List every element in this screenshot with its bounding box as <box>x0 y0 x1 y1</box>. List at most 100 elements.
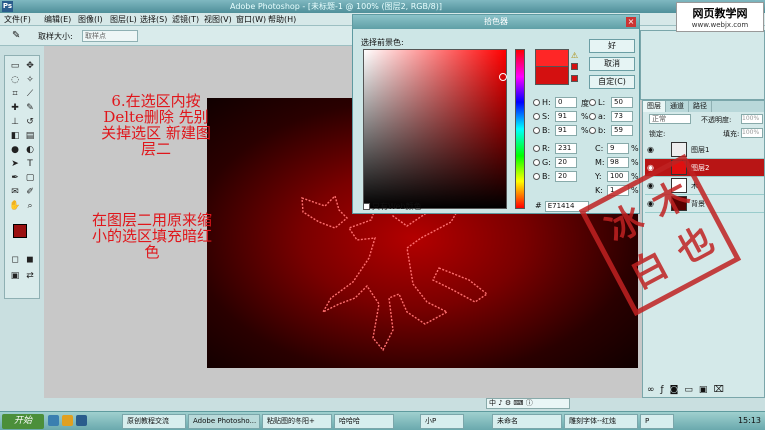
fill-input[interactable]: 100% <box>741 128 763 138</box>
field-lab-b[interactable]: b: 59 <box>589 125 639 137</box>
quicklaunch-ps-icon[interactable] <box>76 415 87 426</box>
taskbar-item-active[interactable]: Adobe Photosho... <box>188 414 260 429</box>
radio-h[interactable] <box>533 99 540 106</box>
marquee-tool-icon[interactable]: ▭ <box>9 60 21 72</box>
field-c[interactable]: C: 9% <box>595 143 639 155</box>
hand-tool-icon[interactable]: ✋ <box>9 200 21 212</box>
ok-button[interactable]: 好 <box>589 39 635 53</box>
field-a[interactable]: a: 73 <box>589 111 639 123</box>
menu-filter[interactable]: 滤镜(T) <box>172 14 199 25</box>
saturation-brightness-field[interactable] <box>363 49 507 209</box>
healing-tool-icon[interactable]: ✚ <box>9 102 21 114</box>
field-blue[interactable]: B: 20 <box>533 171 593 183</box>
menu-edit[interactable]: 编辑(E) <box>44 14 71 25</box>
input-r[interactable]: 231 <box>555 143 577 154</box>
lasso-tool-icon[interactable]: ◌ <box>9 74 21 86</box>
input-c[interactable]: 9 <box>607 143 629 154</box>
taskbar-item[interactable]: 雕刻字体--红烛 <box>564 414 638 429</box>
eyedropper-tool-icon[interactable]: ✐ <box>24 186 36 198</box>
input-lab-b[interactable]: 59 <box>611 125 633 136</box>
gradient-tool-icon[interactable]: ▤ <box>24 130 36 142</box>
gamut-warning-icon[interactable]: ⚠ <box>571 51 578 60</box>
radio-s[interactable] <box>533 113 540 120</box>
field-b[interactable]: B: 91% <box>533 125 593 137</box>
stamp-tool-icon[interactable]: ⊥ <box>9 116 21 128</box>
web-colors-only-checkbox[interactable]: 只有Web颜色 <box>363 201 421 212</box>
zoom-tool-icon[interactable]: ⌕ <box>24 200 36 212</box>
taskbar-item[interactable]: 原创教程交流 <box>122 414 186 429</box>
taskbar-item[interactable]: 哈哈哈 <box>334 414 394 429</box>
blend-mode-select[interactable]: 正常 <box>649 114 691 124</box>
taskbar-item[interactable]: 未命名 <box>492 414 562 429</box>
menu-layer[interactable]: 图层(L) <box>110 14 137 25</box>
layer-row[interactable]: ◉ 图层1 <box>645 141 764 159</box>
menu-select[interactable]: 选择(S) <box>140 14 167 25</box>
checkbox-box[interactable] <box>363 203 370 210</box>
tab-paths[interactable]: 路径 <box>689 101 712 112</box>
radio-blue[interactable] <box>533 173 540 180</box>
cancel-button[interactable]: 取消 <box>589 57 635 71</box>
eyedropper-icon[interactable]: ✎ <box>12 30 20 41</box>
input-g[interactable]: 20 <box>555 157 577 168</box>
brush-tool-icon[interactable]: ✎ <box>24 102 36 114</box>
imageready-icon[interactable]: ⇄ <box>24 270 36 282</box>
crop-tool-icon[interactable]: ⌗ <box>9 88 21 100</box>
tab-channels[interactable]: 通道 <box>666 101 689 112</box>
radio-l[interactable] <box>589 99 596 106</box>
radio-lab-b[interactable] <box>589 127 596 134</box>
field-h[interactable]: H: 0度 <box>533 97 593 109</box>
opacity-input[interactable]: 100% <box>741 114 763 124</box>
ime-toolbar[interactable]: 中 ♪ ⚙ ⌨ ⓘ <box>486 398 570 409</box>
menu-window[interactable]: 窗口(W) <box>236 14 266 25</box>
slice-tool-icon[interactable]: ⟋ <box>24 88 36 100</box>
input-h[interactable]: 0 <box>555 97 577 108</box>
close-icon[interactable]: × <box>626 17 636 27</box>
menu-image[interactable]: 图像(I) <box>78 14 103 25</box>
input-a[interactable]: 73 <box>611 111 633 122</box>
input-b[interactable]: 91 <box>555 125 577 136</box>
quick-mask-icon[interactable]: ◻ <box>9 254 21 266</box>
input-blue[interactable]: 20 <box>555 171 577 182</box>
style-icon[interactable]: ƒ <box>661 385 670 395</box>
notes-tool-icon[interactable]: ✉ <box>9 186 21 198</box>
new-set-icon[interactable]: ▭ <box>684 385 699 395</box>
field-r[interactable]: R: 231 <box>533 143 593 155</box>
dodge-tool-icon[interactable]: ◐ <box>24 144 36 156</box>
field-g[interactable]: G: 20 <box>533 157 593 169</box>
input-y[interactable]: 100 <box>607 171 629 182</box>
color-marker[interactable] <box>499 73 507 81</box>
menu-file[interactable]: 文件(F) <box>4 14 31 25</box>
mask-icon[interactable]: ◙ <box>670 385 685 395</box>
shape-tool-icon[interactable]: ▢ <box>24 172 36 184</box>
eraser-tool-icon[interactable]: ◧ <box>9 130 21 142</box>
taskbar-item[interactable]: 粘贴图的冬阳+ <box>262 414 332 429</box>
tab-layers[interactable]: 图层 <box>643 101 666 112</box>
screen-mode-icon[interactable]: ▣ <box>9 270 21 282</box>
sample-size-select[interactable]: 取样点 <box>82 30 138 42</box>
taskbar-item[interactable]: P <box>640 414 674 429</box>
new-layer-icon[interactable]: ▣ <box>699 385 714 395</box>
visibility-eye-icon[interactable]: ◉ <box>647 145 657 155</box>
trash-icon[interactable]: ⌧ <box>713 385 729 395</box>
radio-b[interactable] <box>533 127 540 134</box>
radio-r[interactable] <box>533 145 540 152</box>
type-tool-icon[interactable]: T <box>24 158 36 170</box>
quicklaunch-ie-icon[interactable] <box>48 415 59 426</box>
field-s[interactable]: S: 91% <box>533 111 593 123</box>
hue-slider[interactable] <box>515 49 525 209</box>
taskbar-item[interactable]: 小P <box>420 414 464 429</box>
field-l[interactable]: L: 50 <box>589 97 639 109</box>
radio-g[interactable] <box>533 159 540 166</box>
radio-a[interactable] <box>589 113 596 120</box>
input-l[interactable]: 50 <box>611 97 633 108</box>
field-m[interactable]: M: 98% <box>595 157 639 169</box>
menu-view[interactable]: 视图(V) <box>204 14 232 25</box>
blur-tool-icon[interactable]: ● <box>9 144 21 156</box>
quicklaunch-folder-icon[interactable] <box>62 415 73 426</box>
history-brush-icon[interactable]: ↺ <box>24 116 36 128</box>
start-button[interactable]: 开始 <box>2 414 44 429</box>
foreground-color-swatch[interactable] <box>13 224 27 238</box>
custom-button[interactable]: 自定(C) <box>589 75 635 89</box>
magic-wand-tool-icon[interactable]: ✧ <box>24 74 36 86</box>
menu-help[interactable]: 帮助(H) <box>268 14 296 25</box>
